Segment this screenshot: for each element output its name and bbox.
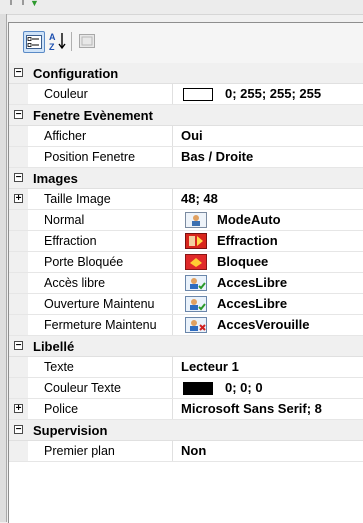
acces-libre-icon [185,296,207,312]
property-name: Position Fenetre [28,147,173,167]
svg-text:A: A [49,32,56,42]
property-name: Afficher [28,126,173,146]
collapse-icon[interactable]: − [14,173,23,183]
property-name: Police [28,399,173,419]
property-value[interactable]: AccesLibre [175,294,363,314]
property-name: Accès libre [28,273,173,293]
expand-icon[interactable]: + [14,404,23,414]
color-swatch [183,382,213,395]
property-row-taille-image[interactable]: + Taille Image 48; 48 [9,189,363,210]
property-name: Premier plan [28,441,173,461]
property-value[interactable]: Oui [175,126,363,146]
property-value[interactable]: Non [175,441,363,461]
property-name: Texte [28,357,173,377]
property-name: Ouverture Maintenu [28,294,173,314]
acces-verrouille-icon [185,317,207,333]
property-pages-button[interactable] [78,31,96,51]
ruler-mark [22,0,24,5]
property-value[interactable]: Effraction [175,231,363,251]
category-label: Configuration [33,66,119,81]
property-row-porte-bloquee[interactable]: Porte Bloquée Bloquee [9,252,363,273]
grid-empty-area [9,462,363,502]
category-libelle[interactable]: − Libellé [9,336,363,357]
property-value[interactable]: AccesLibre [175,273,363,293]
property-grid-toolbar: A Z [9,23,363,63]
collapse-icon[interactable]: − [14,68,23,78]
left-splitter[interactable] [0,14,7,522]
property-row-effraction[interactable]: Effraction Effraction [9,231,363,252]
category-images[interactable]: − Images [9,168,363,189]
property-value[interactable]: Lecteur 1 [175,357,363,377]
property-value[interactable]: AccesVerouille [175,315,363,335]
category-label: Images [33,171,78,186]
property-value[interactable]: 0; 0; 0 [175,378,363,398]
category-fenetre-evenement[interactable]: − Fenetre Evènement [9,105,363,126]
color-swatch [183,88,213,101]
property-row-afficher[interactable]: Afficher Oui [9,126,363,147]
property-value[interactable]: Bloquee [175,252,363,272]
collapse-icon[interactable]: − [14,341,23,351]
property-value[interactable]: Bas / Droite [175,147,363,167]
property-name: Couleur [28,84,173,104]
property-row-fermeture-maintenu[interactable]: Fermeture Maintenu AccesVerouille [9,315,363,336]
property-row-couleur[interactable]: Couleur 0; 255; 255; 255 [9,84,363,105]
mode-auto-icon [185,212,207,228]
property-row-acces-libre[interactable]: Accès libre AccesLibre [9,273,363,294]
window-top-strip: ▼ [0,0,363,15]
acces-libre-icon [185,275,207,291]
categorized-icon [26,35,42,49]
property-name: Taille Image [28,189,173,209]
sort-az-icon: A Z [49,32,66,51]
property-row-police[interactable]: + Police Microsoft Sans Serif; 8 [9,399,363,420]
property-value[interactable]: 48; 48 [175,189,363,209]
bloquee-icon [185,254,207,270]
property-row-ouverture-maintenu[interactable]: Ouverture Maintenu AccesLibre [9,294,363,315]
categorized-view-button[interactable] [23,31,45,53]
collapse-icon[interactable]: − [14,425,23,435]
effraction-icon [185,233,207,249]
svg-text:Z: Z [49,42,55,51]
green-marker-icon: ▼ [30,0,39,8]
property-name: Porte Bloquée [28,252,173,272]
category-supervision[interactable]: − Supervision [9,420,363,441]
category-label: Libellé [33,339,75,354]
category-label: Fenetre Evènement [33,108,153,123]
category-label: Supervision [33,423,108,438]
property-name: Effraction [28,231,173,251]
property-value[interactable]: ModeAuto [175,210,363,230]
property-grid-rows: − Configuration Couleur 0; 255; 255; 255… [9,63,363,502]
property-row-position-fenetre[interactable]: Position Fenetre Bas / Droite [9,147,363,168]
alphabetical-sort-button[interactable]: A Z [49,31,67,51]
expand-icon[interactable]: + [14,194,23,204]
property-name: Couleur Texte [28,378,173,398]
ruler-mark [10,0,12,5]
property-row-premier-plan[interactable]: Premier plan Non [9,441,363,462]
property-value[interactable]: Microsoft Sans Serif; 8 [175,399,363,419]
property-name: Fermeture Maintenu [28,315,173,335]
property-name: Normal [28,210,173,230]
property-pages-icon [79,34,95,48]
property-row-texte[interactable]: Texte Lecteur 1 [9,357,363,378]
property-value[interactable]: 0; 255; 255; 255 [175,84,363,104]
property-row-couleur-texte[interactable]: Couleur Texte 0; 0; 0 [9,378,363,399]
category-configuration[interactable]: − Configuration [9,63,363,84]
property-row-normal[interactable]: Normal ModeAuto [9,210,363,231]
collapse-icon[interactable]: − [14,110,23,120]
toolbar-separator [71,32,72,51]
